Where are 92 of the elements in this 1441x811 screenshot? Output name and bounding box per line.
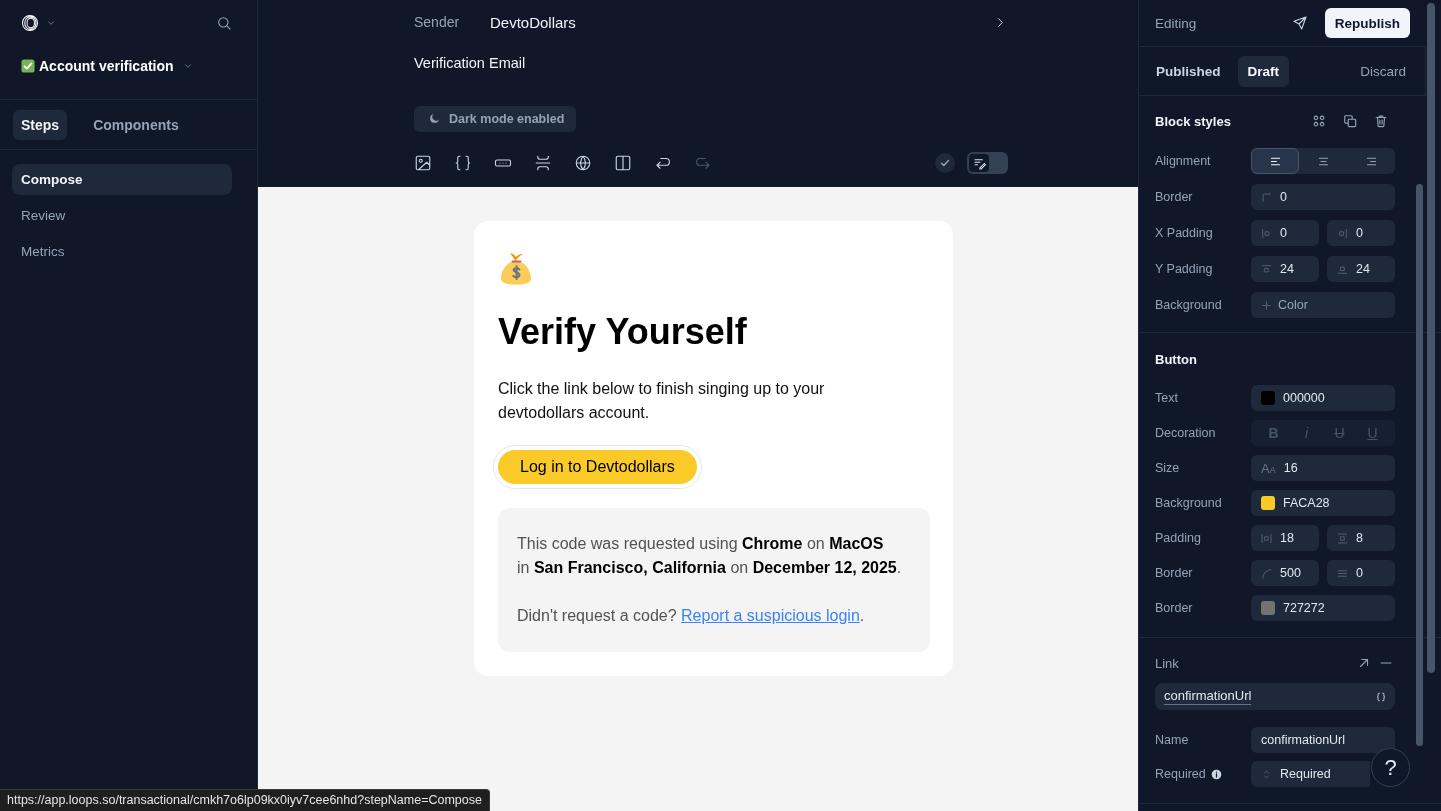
- email-title: Account verification: [39, 58, 174, 74]
- chevron-down-icon[interactable]: [182, 61, 193, 71]
- section-title: Block styles: [1155, 113, 1231, 129]
- field-label: Text: [1155, 391, 1178, 405]
- scrollbar-thumb[interactable]: [1427, 3, 1435, 673]
- section-title: Button: [1155, 351, 1197, 367]
- field-label: Background: [1155, 496, 1222, 510]
- step-item[interactable]: Metrics: [12, 236, 232, 267]
- version-tab[interactable]: Draft: [1237, 55, 1290, 87]
- field-label: Background: [1155, 298, 1222, 312]
- field-label: Decoration: [1155, 426, 1216, 440]
- number-field[interactable]: 0: [1327, 220, 1395, 246]
- email-body-text: Click the link below to finish singing up to your devtodollars account.: [498, 379, 826, 423]
- field-label: Border: [1155, 190, 1193, 204]
- number-field[interactable]: 18: [1251, 525, 1319, 551]
- login-button[interactable]: Log in to Devtodollars: [498, 450, 697, 484]
- color-field[interactable]: 000000: [1251, 385, 1395, 411]
- field-label: Size: [1155, 461, 1180, 475]
- version-tab[interactable]: Published: [1146, 55, 1231, 87]
- view-toggle[interactable]: [967, 152, 1008, 174]
- padding-top-icon: [1261, 263, 1272, 275]
- number-field[interactable]: 0: [1327, 560, 1395, 586]
- sidebar-tab[interactable]: Components: [85, 109, 187, 140]
- lines-icon: [1337, 567, 1348, 579]
- mode-label: Editing: [1155, 15, 1197, 31]
- field-label: Padding: [1155, 531, 1201, 545]
- field-label: Y Padding: [1155, 262, 1213, 276]
- up-down-chevron-icon: [1261, 768, 1272, 780]
- republish-button[interactable]: Republish: [1324, 8, 1410, 38]
- number-field[interactable]: 500: [1251, 560, 1319, 586]
- grid-icon[interactable]: [1312, 114, 1326, 128]
- paper-plane-icon[interactable]: [1291, 15, 1308, 31]
- trash-icon[interactable]: [1374, 114, 1388, 128]
- field-label: Required: [1155, 767, 1206, 781]
- name-field[interactable]: confirmationUrl: [1251, 727, 1395, 753]
- scrollbar-thumb[interactable]: [1416, 184, 1423, 746]
- padding-bottom-icon: [1337, 263, 1348, 275]
- padding-ends-icon: [1337, 532, 1348, 544]
- check-badge-icon: [21, 59, 35, 73]
- field-label: Border: [1155, 566, 1193, 580]
- required-select[interactable]: Required: [1251, 761, 1370, 787]
- spacing-icon[interactable]: [534, 154, 552, 172]
- report-prompt-text: Didn't request a code? Report a suspicious login.: [517, 606, 865, 626]
- step-item[interactable]: Compose: [12, 164, 232, 195]
- field-label: Alignment: [1155, 154, 1211, 168]
- number-field[interactable]: 0: [1251, 220, 1319, 246]
- image-icon[interactable]: [414, 154, 432, 172]
- sender-label: Sender: [414, 14, 461, 30]
- search-icon[interactable]: [216, 15, 232, 31]
- moon-icon: [428, 113, 440, 125]
- section-title: Link: [1155, 655, 1179, 671]
- field-label: X Padding: [1155, 226, 1213, 240]
- check-circle-icon[interactable]: [935, 153, 955, 173]
- field-label: Name: [1155, 733, 1189, 747]
- dark-mode-button[interactable]: Dark mode enabled: [414, 106, 577, 132]
- braces-icon[interactable]: [1376, 691, 1386, 702]
- help-button[interactable]: ?: [1371, 748, 1410, 787]
- plus-icon: [1261, 299, 1272, 311]
- info-icon: [1210, 768, 1222, 780]
- step-item[interactable]: Review: [12, 200, 232, 231]
- copy-icon[interactable]: [1343, 114, 1357, 128]
- number-field[interactable]: AA 16: [1251, 455, 1395, 481]
- braces-icon[interactable]: [454, 154, 472, 172]
- globe-icon[interactable]: [574, 154, 592, 172]
- discard-button[interactable]: Discard: [1352, 55, 1414, 87]
- color-field[interactable]: 727272: [1251, 595, 1395, 621]
- padding-sides-icon: [1261, 532, 1272, 544]
- edit-lines-icon: [972, 156, 986, 170]
- add-color-button[interactable]: Color: [1251, 292, 1395, 318]
- corner-icon: [1261, 191, 1272, 203]
- money-bag-icon: [498, 250, 534, 286]
- status-url-tooltip: https://app.loops.so/transactional/cmkh7o6lp09kx0iyv7cee6nhd?stepName=Compose: [0, 789, 490, 811]
- request-info-text: This code was requested using Chrome on MacOS in San Francisco, California on December 12, 2025.: [517, 534, 902, 578]
- email-subject: Verification Email: [414, 54, 526, 73]
- sender-name: DevtoDollars: [490, 13, 576, 31]
- email-heading: Verify Yourself: [498, 310, 747, 354]
- padding-left-icon: [1261, 227, 1272, 239]
- number-field[interactable]: 24: [1327, 256, 1395, 282]
- font-size-glyph: AA: [1261, 460, 1276, 476]
- arrow-up-right-icon[interactable]: [1357, 656, 1371, 670]
- padding-right-icon: [1337, 227, 1348, 239]
- sidebar-tab[interactable]: Steps: [13, 109, 68, 140]
- radius-arc-icon: [1261, 567, 1272, 579]
- color-field[interactable]: FACA28: [1251, 490, 1395, 516]
- number-field[interactable]: 0: [1251, 184, 1395, 210]
- rings-logo-icon[interactable]: [21, 14, 39, 32]
- chevron-down-icon[interactable]: [46, 18, 56, 28]
- number-field[interactable]: 24: [1251, 256, 1319, 282]
- field-label: Border: [1155, 601, 1193, 615]
- columns-icon[interactable]: [614, 154, 632, 172]
- number-field[interactable]: 8: [1327, 525, 1395, 551]
- link-field[interactable]: confirmationUrl: [1155, 683, 1395, 710]
